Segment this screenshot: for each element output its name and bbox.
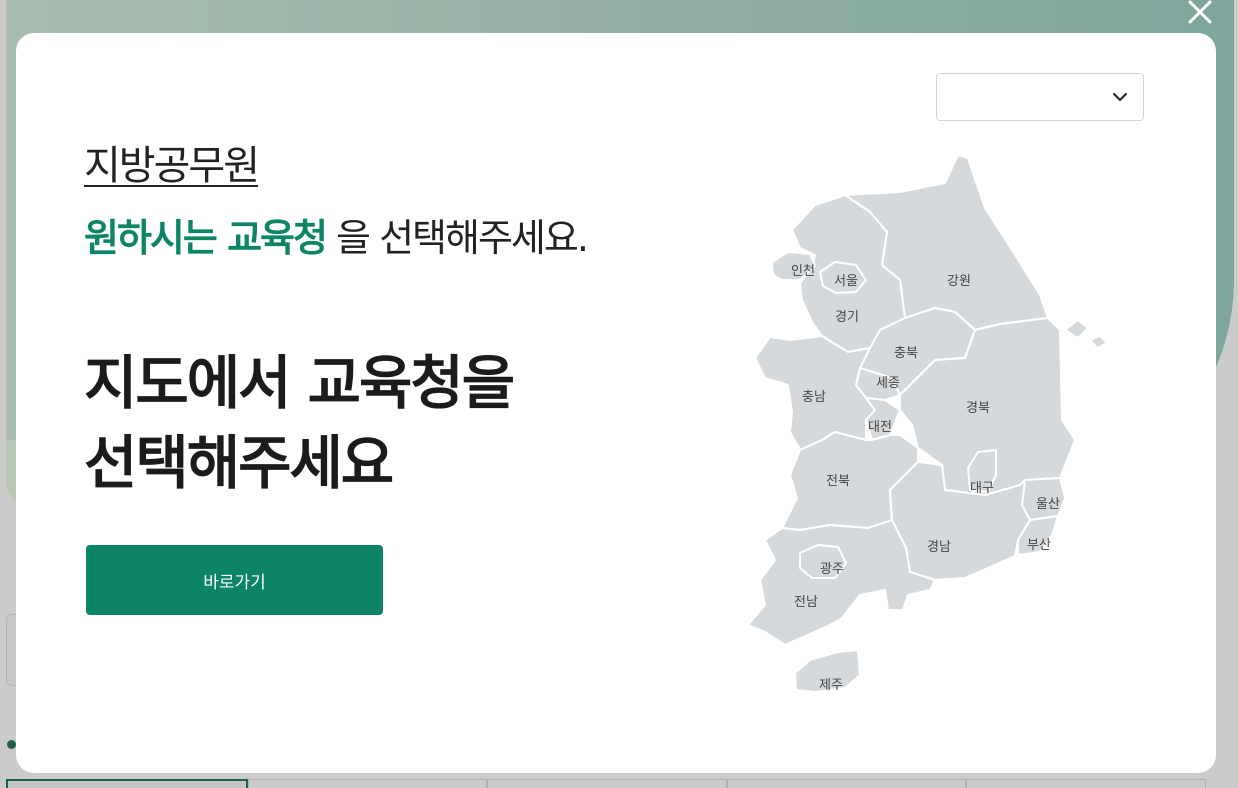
modal-instruction: 원하시는 교육청 을 선택해주세요.	[84, 213, 589, 263]
map-region-gwangju[interactable]	[799, 544, 847, 579]
headline-line2: 선택해주세요	[84, 429, 394, 497]
instruction-accent: 원하시는 교육청	[84, 216, 328, 260]
background-tab	[6, 779, 248, 788]
close-icon	[1188, 0, 1212, 24]
background-tabs	[6, 779, 1206, 788]
go-button[interactable]: 바로가기	[86, 545, 383, 615]
background-tab	[487, 779, 727, 788]
office-select-dropdown[interactable]	[936, 73, 1144, 121]
modal-headline: 지도에서 교육청을 선택해주세요	[84, 343, 515, 503]
background-tab	[966, 779, 1206, 788]
background-tab	[726, 779, 967, 788]
modal-subtitle: 지방공무원	[84, 143, 260, 189]
headline-line1: 지도에서 교육청을	[84, 349, 515, 417]
close-button[interactable]	[1180, 0, 1220, 32]
map-region-ulsan[interactable]	[1021, 477, 1066, 521]
background-bullet	[7, 740, 16, 749]
chevron-down-icon	[1113, 93, 1127, 101]
background-tab	[247, 779, 488, 788]
instruction-text: 을 선택해주세요.	[325, 216, 589, 260]
